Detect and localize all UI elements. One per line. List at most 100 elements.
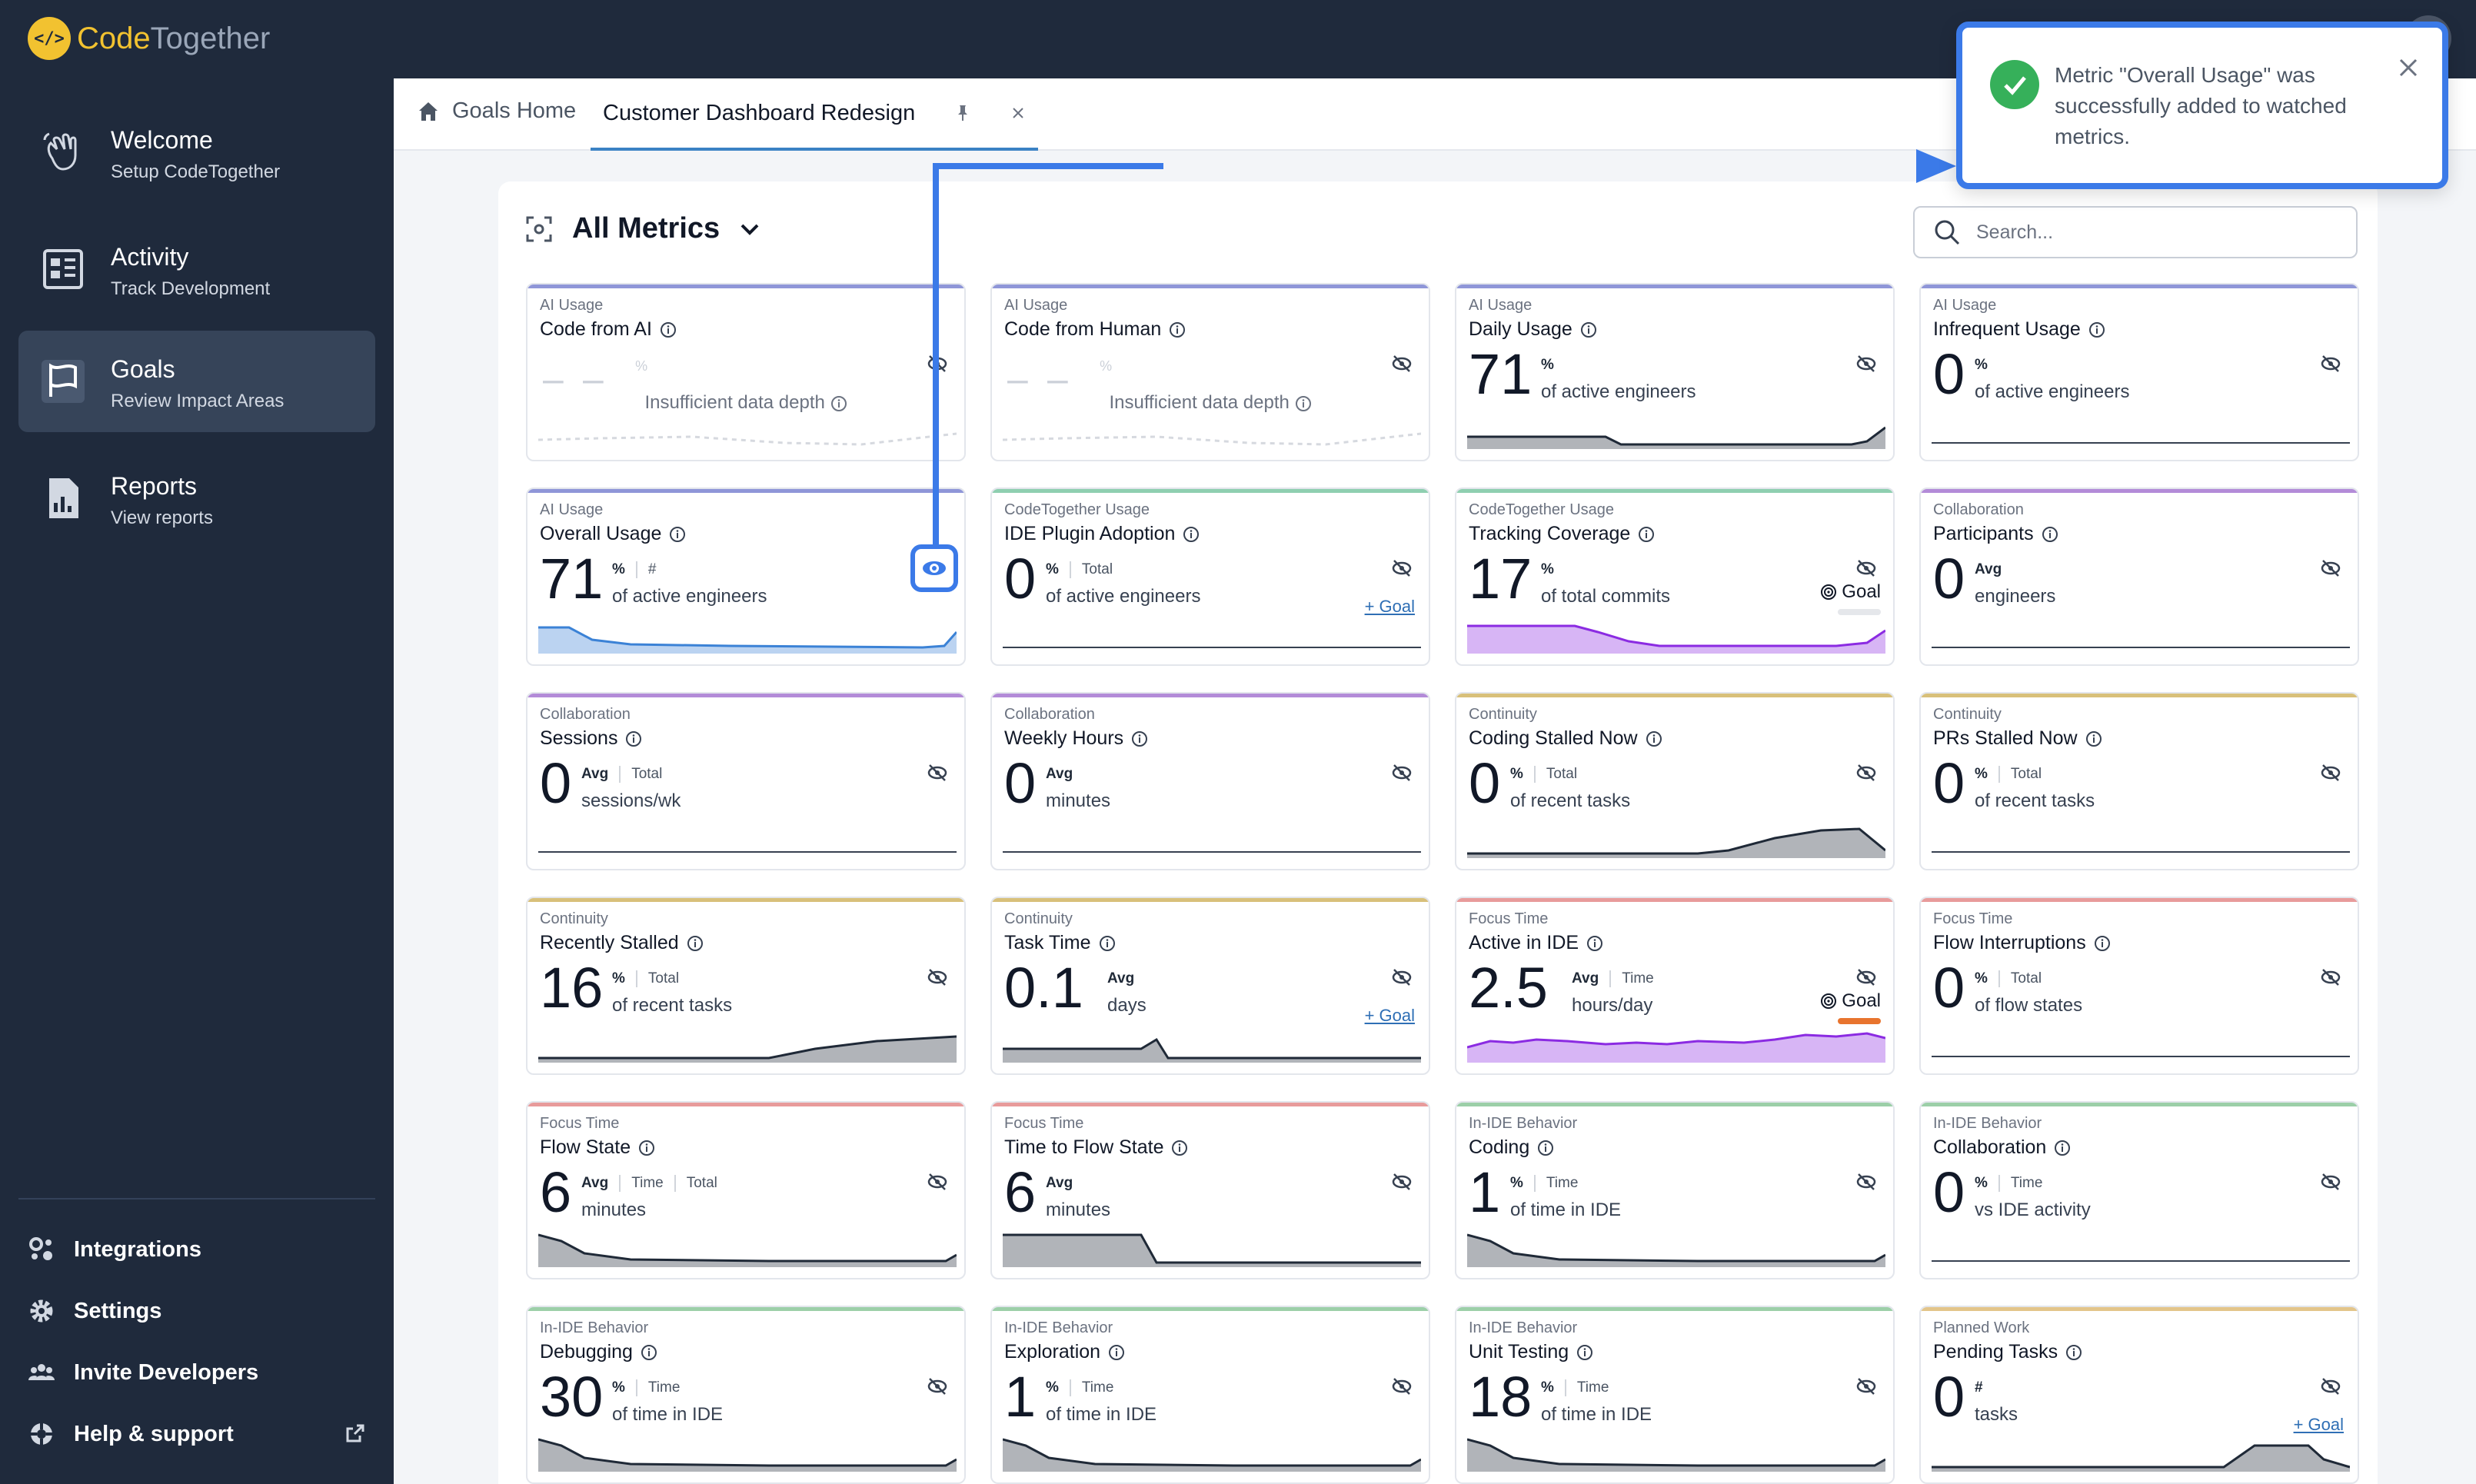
info-icon[interactable] [2054, 1140, 2071, 1156]
metric-card-flow-interruptions[interactable]: Focus Time Flow Interruptions 0% Total of fl… [1919, 897, 2359, 1075]
tab-customer-dashboard-redesign[interactable]: Customer Dashboard Redesign [591, 78, 1039, 151]
metric-card-infrequent-usage[interactable]: AI Usage Infrequent Usage 0% of active engi… [1919, 283, 2359, 461]
unit-toggle-percent[interactable]: % [1975, 1175, 1998, 1192]
tab-goals-home[interactable]: Goals Home [417, 98, 576, 124]
add-goal-button[interactable]: + Goal [2294, 1415, 2344, 1435]
metric-card-participants[interactable]: Collaboration Participants 0 Avg engineers [1919, 487, 2359, 666]
unit-toggle-percent[interactable]: % [1046, 1379, 1070, 1396]
sidebar-integrations[interactable]: Integrations [28, 1230, 366, 1269]
unit-toggle-percent[interactable]: % [1541, 1379, 1565, 1396]
info-icon[interactable] [2042, 526, 2058, 543]
eye-slash-icon[interactable] [1390, 352, 1413, 375]
eye-slash-icon[interactable] [2319, 761, 2342, 784]
unit-toggle-total[interactable]: Total [1998, 970, 2052, 987]
metric-card-prs-stalled-now[interactable]: Continuity PRs Stalled Now 0% Total of recen… [1919, 692, 2359, 870]
unit-toggle-percent[interactable]: % [612, 1379, 636, 1396]
unit-toggle-time[interactable]: Time [1609, 970, 1665, 987]
info-icon[interactable] [1183, 526, 1200, 543]
unit-toggle-percent[interactable]: % [1510, 766, 1534, 783]
close-icon[interactable] [2396, 55, 2421, 80]
metric-card-flow-state[interactable]: Focus Time Flow State 6 Avg Time Total minutes [526, 1101, 966, 1279]
metric-card-overall-usage[interactable]: AI Usage Overall Usage 71% # of active engin… [526, 487, 966, 666]
info-icon[interactable] [638, 1140, 655, 1156]
info-icon[interactable] [1169, 321, 1186, 338]
metric-card-coding-stalled-now[interactable]: Continuity Coding Stalled Now 0% Total of re… [1455, 692, 1895, 870]
metric-card-daily-usage[interactable]: AI Usage Daily Usage 71% of active engineer… [1455, 283, 1895, 461]
sidebar-item-reports[interactable]: Reports View reports [18, 448, 375, 549]
unit-toggle-count[interactable]: # [1975, 1379, 1994, 1396]
metric-card-tracking-coverage[interactable]: CodeTogether Usage Tracking Coverage 17% of… [1455, 487, 1895, 666]
unit-toggle-avg[interactable]: Avg [581, 1175, 619, 1192]
unit-toggle-time[interactable]: Time [619, 1175, 674, 1192]
goal-badge[interactable]: Goal [1820, 581, 1881, 603]
info-icon[interactable] [2085, 730, 2102, 747]
unit-toggle-avg[interactable]: Avg [1975, 561, 2012, 578]
info-icon[interactable] [660, 321, 677, 338]
info-icon[interactable] [1537, 1140, 1554, 1156]
info-icon[interactable] [1099, 935, 1116, 952]
metric-card-weekly-hours[interactable]: Collaboration Weekly Hours 0 Avg minutes [990, 692, 1430, 870]
metric-card-sessions[interactable]: Collaboration Sessions 0 Avg Total sessions/w… [526, 692, 966, 870]
unit-toggle-total[interactable]: Total [635, 970, 690, 987]
eye-slash-icon[interactable] [2319, 352, 2342, 375]
unit-toggle-avg[interactable]: Avg [1572, 970, 1609, 987]
info-icon[interactable] [1108, 1344, 1125, 1361]
metric-card-coding[interactable]: In-IDE Behavior Coding 1% Time of time in ID… [1455, 1101, 1895, 1279]
unit-toggle-avg[interactable]: Avg [1046, 1175, 1083, 1192]
eye-slash-icon[interactable] [1390, 1375, 1413, 1398]
unit-toggle-percent[interactable]: % [612, 970, 636, 987]
close-tab-icon[interactable] [1010, 105, 1026, 121]
eye-slash-icon[interactable] [926, 1375, 949, 1398]
unit-toggle-percent[interactable]: % [1046, 561, 1070, 578]
search-input[interactable] [1976, 221, 2315, 244]
eye-slash-icon[interactable] [1855, 352, 1878, 375]
unit-toggle-percent[interactable]: % [1975, 357, 1998, 374]
eye-slash-icon[interactable] [2319, 1375, 2342, 1398]
info-icon[interactable] [1580, 321, 1597, 338]
add-goal-button[interactable]: + Goal [1365, 597, 1415, 617]
unit-toggle-percent[interactable]: % [1541, 561, 1565, 578]
metric-card-unit-testing[interactable]: In-IDE Behavior Unit Testing 18% Time of tim… [1455, 1306, 1895, 1484]
unit-toggle-time[interactable]: Time [1533, 1175, 1589, 1192]
goal-badge[interactable]: Goal [1820, 990, 1881, 1012]
metric-card-task-time[interactable]: Continuity Task Time 0.1 Avg days + Goal [990, 897, 1430, 1075]
sidebar-item-activity[interactable]: Activity Track Development [18, 218, 375, 320]
unit-toggle-percent[interactable]: % [1975, 970, 1998, 987]
metric-card-code-from-ai[interactable]: AI Usage Code from AI – – % Insufficient da… [526, 283, 966, 461]
eye-slash-icon[interactable] [2319, 557, 2342, 580]
eye-slash-icon[interactable] [1855, 761, 1878, 784]
info-icon[interactable] [1171, 1140, 1188, 1156]
info-icon[interactable] [2088, 321, 2105, 338]
info-icon[interactable] [1638, 526, 1655, 543]
metric-card-code-from-human[interactable]: AI Usage Code from Human – – % Insufficient… [990, 283, 1430, 461]
metric-card-time-to-flow-state[interactable]: Focus Time Time to Flow State 6 Avg minutes [990, 1101, 1430, 1279]
metrics-selector[interactable]: All Metrics [526, 212, 760, 245]
unit-toggle-percent[interactable]: % [612, 561, 636, 578]
eye-slash-icon[interactable] [926, 761, 949, 784]
eye-slash-icon[interactable] [2319, 1170, 2342, 1193]
eye-slash-icon[interactable] [1855, 1170, 1878, 1193]
unit-toggle-total[interactable]: Total [1998, 766, 2052, 783]
metric-card-ide-plugin-adoption[interactable]: CodeTogether Usage IDE Plugin Adoption 0% T… [990, 487, 1430, 666]
eye-slash-icon[interactable] [1390, 557, 1413, 580]
info-icon[interactable] [2094, 935, 2111, 952]
unit-toggle-time[interactable]: Time [635, 1379, 691, 1396]
unit-toggle-total[interactable]: Total [1533, 766, 1588, 783]
sidebar-help-support[interactable]: Help & support [28, 1415, 366, 1453]
unit-toggle-time[interactable]: Time [1998, 1175, 2054, 1192]
unit-toggle-total[interactable]: Total [619, 766, 673, 783]
eye-slash-icon[interactable] [1390, 761, 1413, 784]
unit-toggle-total[interactable]: Total [674, 1175, 728, 1192]
info-icon[interactable] [687, 935, 704, 952]
info-icon[interactable] [641, 1344, 657, 1361]
eye-slash-icon[interactable] [926, 966, 949, 989]
pin-icon[interactable] [955, 104, 970, 122]
unit-toggle-avg[interactable]: Avg [1046, 766, 1083, 783]
unit-toggle-total[interactable]: Total [1069, 561, 1123, 578]
unit-toggle-percent[interactable]: % [1510, 1175, 1534, 1192]
metric-card-pending-tasks[interactable]: Planned Work Pending Tasks 0 # tasks + Goal [1919, 1306, 2359, 1484]
metric-card-recently-stalled[interactable]: Continuity Recently Stalled 16% Total of rec… [526, 897, 966, 1075]
info-icon[interactable] [625, 730, 642, 747]
unit-toggle-time[interactable]: Time [1564, 1379, 1620, 1396]
eye-slash-icon[interactable] [926, 1170, 949, 1193]
